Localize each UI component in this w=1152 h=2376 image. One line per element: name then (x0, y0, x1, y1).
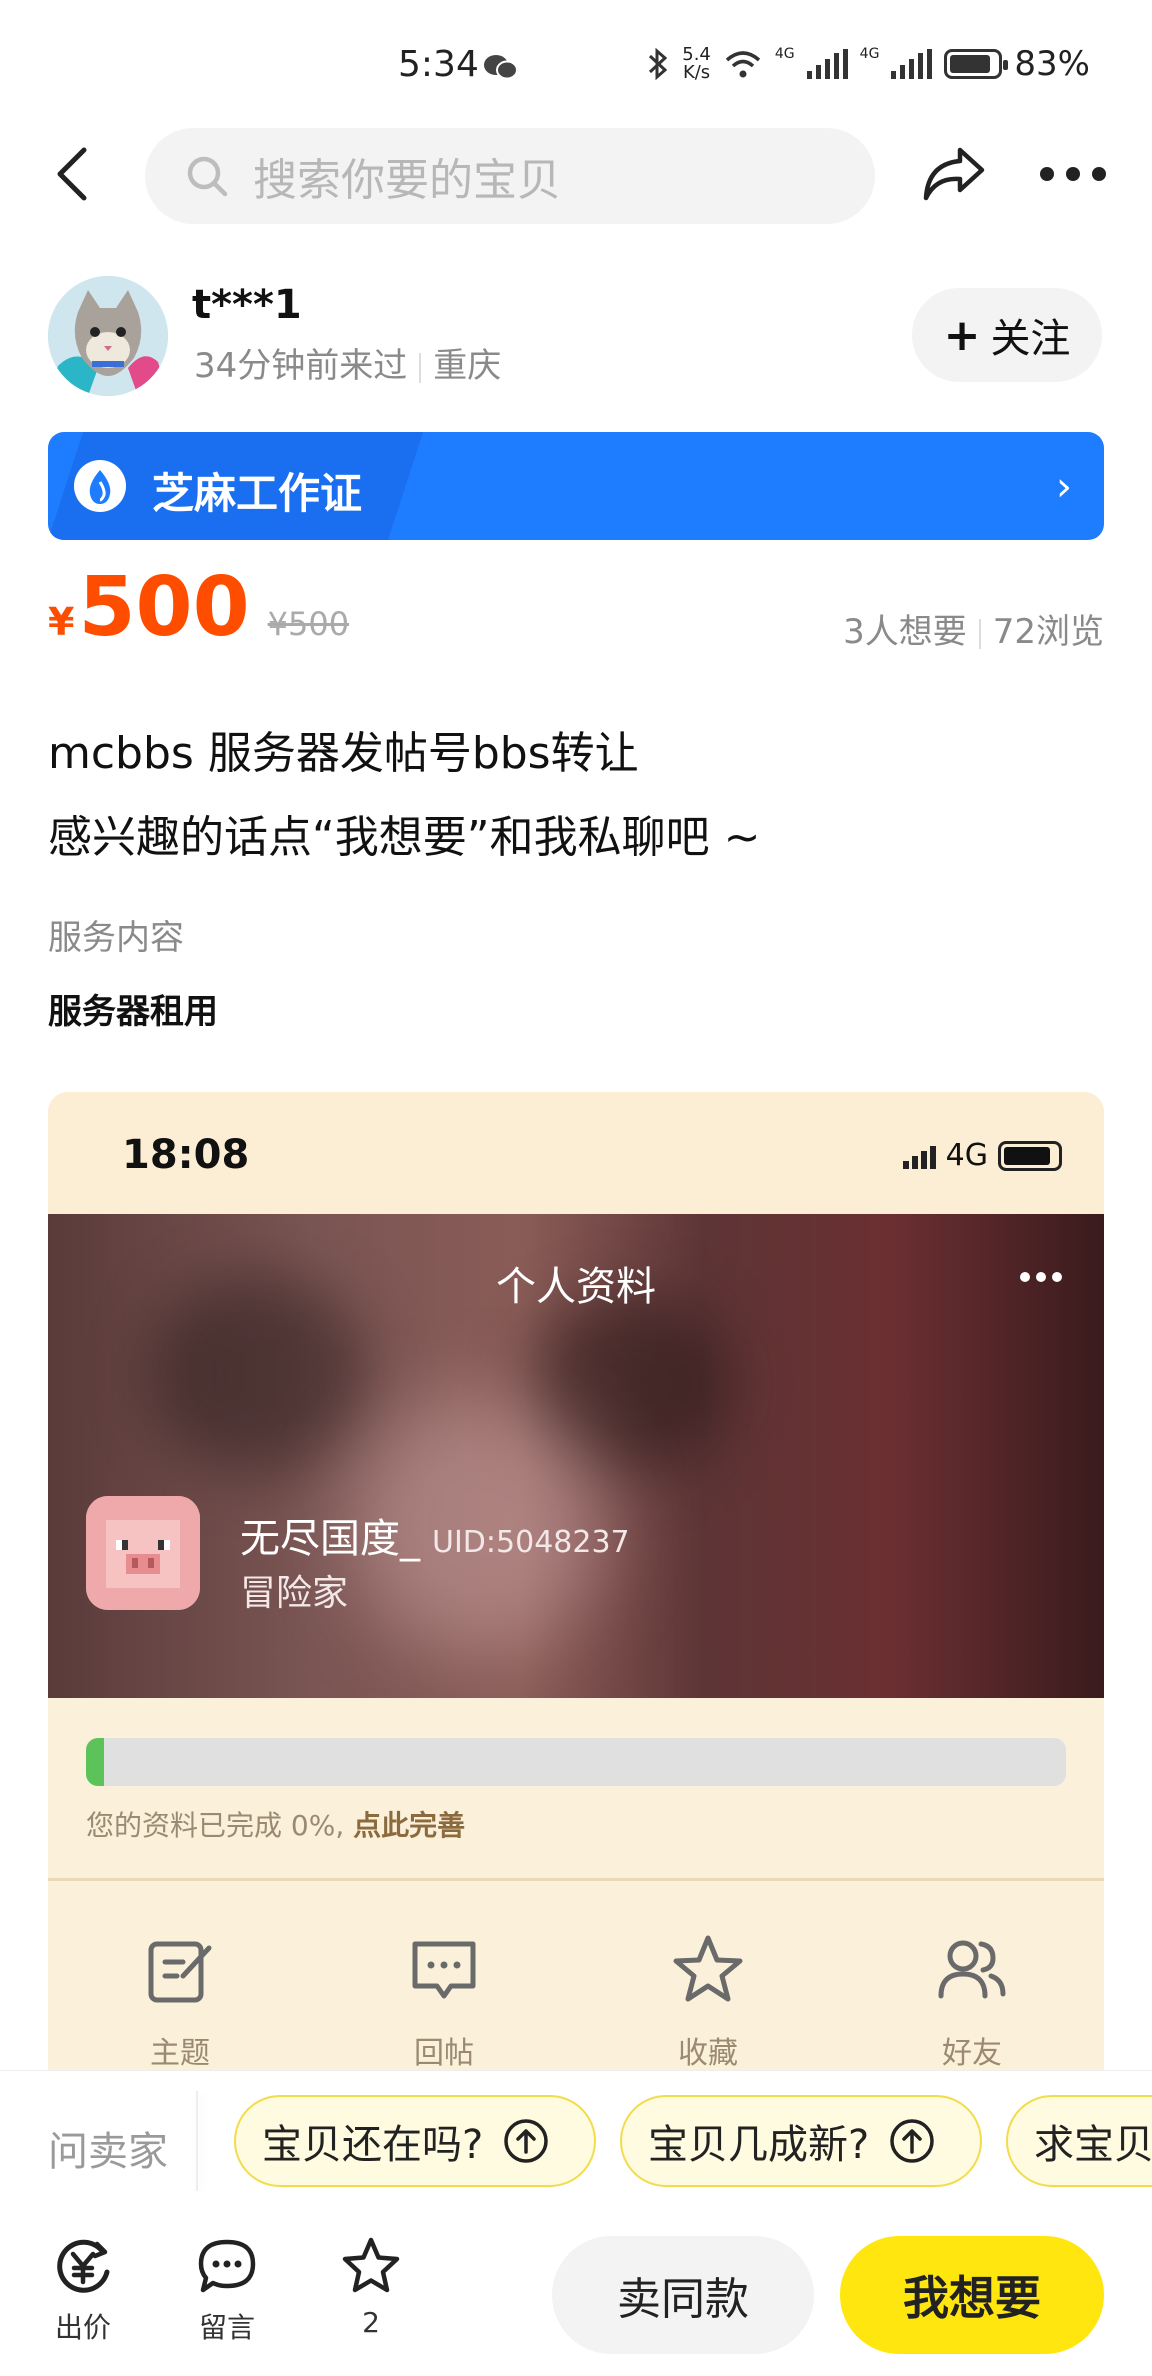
seller-name[interactable]: t***1 (192, 282, 302, 328)
zhima-logo-icon (74, 460, 126, 512)
description-line-1: mcbbs 服务器发帖号bbs转让 (48, 728, 639, 779)
original-price: ¥500 (267, 605, 350, 643)
more-options-icon[interactable] (1040, 164, 1106, 184)
photo-more-icon (1020, 1272, 1062, 1282)
photo-profile-progress-bar (86, 1738, 1066, 1786)
share-icon[interactable] (920, 144, 986, 202)
cat-avatar-icon (48, 276, 168, 396)
send-up-icon (504, 2119, 548, 2163)
search-icon (187, 156, 228, 197)
photo-progress-link: 点此完善 (353, 1809, 466, 1842)
follow-button[interactable]: + 关注 (912, 288, 1102, 382)
view-count: 72浏览 (992, 612, 1104, 652)
photo-network: 4G (945, 1138, 988, 1173)
photo-tabs: 主题 回帖 收藏 好友 (48, 1932, 1104, 2072)
description-line-2: 感兴趣的话点“我想要”和我私聊吧 ~ (48, 812, 761, 863)
quick-questions-bar: 问卖家 宝贝还在吗? 宝贝几成新? 求宝贝 (0, 2070, 1152, 2210)
service-value: 服务器租用 (48, 992, 218, 1032)
price-value: 500 (78, 560, 250, 655)
zhima-work-certificate-banner[interactable]: 芝麻工作证 › (48, 432, 1104, 540)
signal-2-label: 4G (859, 46, 880, 62)
question-chip-still-available[interactable]: 宝贝还在吗? (234, 2095, 596, 2187)
photo-status-right: 4G (902, 1138, 1062, 1173)
last-seen: 34分钟前来过 (194, 346, 408, 386)
photo-pig-avatar (86, 1496, 200, 1610)
photo-time: 18:08 (122, 1132, 250, 1178)
favorite-button[interactable]: 2 (326, 2236, 416, 2339)
favorite-count: 2 (362, 2306, 380, 2339)
photo-user-role: 冒险家 (240, 1573, 349, 1614)
stats-divider (978, 618, 981, 649)
item-photo[interactable]: 18:08 4G 个人资料 无尽国度_ UID:5048237 冒险家 您的资料… (48, 1092, 1104, 2112)
chat-bubble-icon (198, 2239, 256, 2293)
comment-button[interactable]: 留言 (182, 2236, 272, 2346)
i-want-button[interactable]: 我想要 (840, 2236, 1104, 2354)
star-icon (342, 2237, 400, 2293)
send-up-icon (890, 2119, 934, 2163)
status-bar: 5:34 5.4 K/s 4G 4G 83% (0, 0, 1152, 120)
service-label: 服务内容 (48, 918, 184, 958)
photo-divider (48, 1878, 1104, 1881)
signal-1-icon (806, 49, 848, 79)
seller-location: 重庆 (433, 346, 502, 386)
top-nav: 搜索你要的宝贝 (0, 124, 1152, 224)
photo-page-title: 个人资料 (496, 1264, 656, 1310)
net-speed: 5.4 K/s (682, 44, 711, 83)
search-placeholder: 搜索你要的宝贝 (253, 155, 561, 206)
photo-battery-icon (998, 1140, 1062, 1171)
pig-icon (86, 1496, 200, 1610)
comment-label: 留言 (198, 2311, 255, 2344)
comment-icon (412, 1941, 476, 1999)
follow-label: 关注 (990, 316, 1071, 362)
signal-2-icon (891, 49, 933, 79)
battery-icon (944, 49, 1009, 79)
price: ¥ 500 ¥500 (48, 560, 349, 655)
seller-meta: 34分钟前来过 重庆 (194, 338, 501, 387)
signal-1-label: 4G (774, 46, 795, 62)
want-count: 3人想要 (843, 612, 967, 652)
star-icon (673, 1935, 743, 2002)
photo-tab-favorites: 收藏 (576, 1932, 840, 2072)
status-time: 5:34 (398, 44, 479, 85)
photo-username: 无尽国度_ UID:5048237 (240, 1516, 630, 1562)
offer-price-button[interactable]: 出价 (38, 2236, 128, 2346)
sell-same-button[interactable]: 卖同款 (552, 2236, 814, 2354)
question-chip-request[interactable]: 求宝贝 (1006, 2095, 1152, 2187)
bottom-action-bar: 出价 留言 2 卖同款 我想要 (0, 2212, 1152, 2376)
back-arrow-icon[interactable] (50, 146, 96, 202)
item-stats: 3人想要 72浏览 (843, 604, 1104, 653)
yuan-offer-icon (57, 2239, 110, 2293)
ask-seller-label: 问卖家 (48, 2129, 168, 2175)
offer-label: 出价 (54, 2311, 111, 2344)
photo-uid: UID:5048237 (432, 1525, 630, 1560)
photo-status-bar: 18:08 4G (48, 1092, 1104, 1214)
friends-icon (938, 1940, 1006, 1999)
bluetooth-icon (649, 47, 668, 81)
chevron-right-icon: › (1056, 464, 1072, 510)
photo-progress-text: 您的资料已完成 0%, 点此完善 (86, 1809, 466, 1842)
photo-profile-header: 个人资料 无尽国度_ UID:5048237 冒险家 (48, 1214, 1104, 1698)
item-description: mcbbs 服务器发帖号bbs转让 感兴趣的话点“我想要”和我私聊吧 ~ (48, 712, 760, 880)
photo-tab-topics: 主题 (48, 1932, 312, 2072)
wechat-icon (484, 55, 517, 80)
question-chip-condition[interactable]: 宝贝几成新? (620, 2095, 982, 2187)
photo-tab-replies: 回帖 (312, 1932, 576, 2072)
plus-icon: + (943, 309, 981, 361)
photo-tab-friends: 好友 (840, 1932, 1104, 2072)
search-input[interactable]: 搜索你要的宝贝 (145, 128, 875, 224)
status-right: 5.4 K/s 4G 4G 83% (646, 44, 1090, 84)
edit-icon (148, 1941, 212, 2003)
meta-divider (419, 352, 422, 383)
zhima-label: 芝麻工作证 (152, 469, 363, 518)
ask-divider (196, 2091, 198, 2191)
wifi-icon (725, 51, 761, 78)
currency-symbol: ¥ (48, 600, 75, 644)
battery-percent: 83% (1014, 44, 1090, 84)
seller-avatar[interactable] (48, 276, 168, 396)
photo-signal-icon (902, 1143, 936, 1169)
